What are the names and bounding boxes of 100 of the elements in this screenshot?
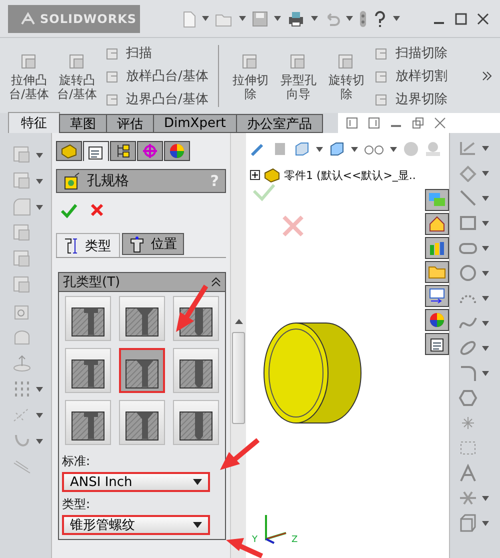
panel-tab[interactable]: 位置 [122,233,184,255]
caret-icon[interactable] [36,438,43,444]
tile-left-icon[interactable] [346,117,358,129]
command-tab[interactable]: 评估 [106,114,154,133]
panel-tab[interactable]: 类型 [56,233,120,257]
ribbon-button[interactable]: 扫描切除 [373,44,448,62]
ribbon-button[interactable]: 拉伸凸台/基体 [8,50,50,100]
dropdown[interactable]: 锥形管螺纹 [62,515,210,535]
caret-icon[interactable] [482,270,489,276]
hole-spec-icon [63,172,81,190]
manager-tab[interactable] [110,141,136,161]
task-pane-tab[interactable] [425,309,449,331]
field-label: 标准: [62,453,92,470]
caret-icon[interactable] [482,296,489,300]
manager-tab[interactable] [56,141,82,161]
caret-icon[interactable] [482,320,489,326]
tile-right-icon[interactable] [368,117,380,129]
caret-icon[interactable] [482,170,489,176]
ribbon-button[interactable]: 异型孔向导 [277,50,320,100]
task-pane-tab[interactable] [425,261,449,283]
ribbon-button[interactable]: 旋转凸台/基体 [56,50,98,100]
caret-icon[interactable] [311,16,318,21]
color-wheel-icon [168,143,186,159]
app-logo: SOLIDWORKS [8,4,140,32]
books-icon [428,240,446,256]
view-orientation-icon[interactable] [294,141,310,157]
task-pane-tab[interactable] [425,285,449,307]
caret-icon[interactable] [36,178,43,184]
part-icon [263,167,281,183]
caret-icon [193,522,202,528]
command-tab[interactable]: 特征 [8,112,60,133]
caret-icon[interactable] [36,386,43,392]
ribbon-button[interactable]: 旋转切除 [325,50,368,100]
manager-tab[interactable] [164,141,190,161]
caret-icon[interactable] [482,496,489,500]
traffic-light-icon[interactable] [359,10,367,28]
property-sheet-icon [428,336,446,352]
task-pane-tab[interactable] [425,237,449,259]
caret-icon[interactable] [482,346,489,350]
caret-icon[interactable] [202,16,209,21]
task-pane-tab[interactable] [425,333,449,355]
caret-icon[interactable] [36,152,43,158]
caret-icon[interactable] [482,520,489,526]
task-pane-tab[interactable] [425,213,449,235]
view-palette-icon [428,288,446,304]
caret-icon [193,479,202,485]
command-tab[interactable]: 办公室产品 [236,114,323,133]
display-style-icon[interactable] [329,141,345,157]
part-icon [60,143,78,159]
annotation-arrow [176,284,208,332]
caret-icon[interactable] [36,412,43,418]
caret-icon[interactable] [274,16,281,21]
maximize-icon[interactable] [454,12,468,26]
expand-box-icon[interactable] [250,170,260,180]
printer-icon[interactable] [287,10,305,26]
caret-icon[interactable] [482,370,489,376]
dropdown[interactable]: ANSI Inch [62,472,210,492]
caret-icon[interactable] [482,196,489,200]
ribbon-button[interactable]: 放样切割 [373,66,448,84]
color-wheel-icon [428,312,446,328]
caret-icon[interactable] [36,204,43,210]
caret-icon[interactable] [482,220,489,226]
caret-icon[interactable] [316,146,323,152]
ribbon-button[interactable]: 拉伸切除 [229,50,272,100]
hole-position-icon [129,235,145,253]
property-sheet-icon [87,144,105,160]
glasses-icon[interactable] [364,143,384,155]
logo-mark-icon [20,12,36,26]
caret-icon[interactable] [239,16,246,21]
collapse-icon[interactable] [211,277,221,287]
restore-icon[interactable] [412,117,424,129]
section-header[interactable]: 孔类型(T) [59,273,225,292]
command-tab[interactable]: DimXpert [153,114,237,133]
caret-icon[interactable] [346,16,353,21]
caret-icon[interactable] [351,146,358,152]
cancel-x-icon[interactable] [90,203,104,217]
ribbon-button[interactable]: 边界切除 [373,90,448,108]
caret-icon[interactable] [482,146,489,150]
tree-item[interactable]: 零件1 (默认<<默认>_显.. [284,168,416,182]
folder-icon [428,264,446,280]
ribbon-button[interactable]: 扫描 [104,44,208,62]
ribbon-button[interactable]: 边界凸台/基体 [104,90,208,108]
caret-icon[interactable] [482,246,489,250]
close-icon[interactable] [476,12,490,26]
field-label: 类型: [62,496,92,513]
help-icon[interactable] [373,10,387,28]
more-chevron-icon[interactable] [482,70,492,80]
manager-tab[interactable] [83,141,109,161]
scroll-up-icon[interactable] [234,319,242,324]
caret-icon[interactable] [393,16,400,21]
scrollbar-thumb[interactable] [232,332,245,424]
axis-label: Y [252,535,258,545]
house-icon [428,216,446,232]
panel-title: 孔规格 [87,172,129,190]
caret-icon[interactable] [390,146,397,152]
chat-bubbles-icon [428,192,446,208]
ok-check-icon[interactable] [60,203,78,219]
command-tab[interactable]: 草图 [59,114,107,133]
ribbon-button[interactable]: 放样凸台/基体 [104,66,208,84]
close-icon[interactable] [434,117,446,129]
